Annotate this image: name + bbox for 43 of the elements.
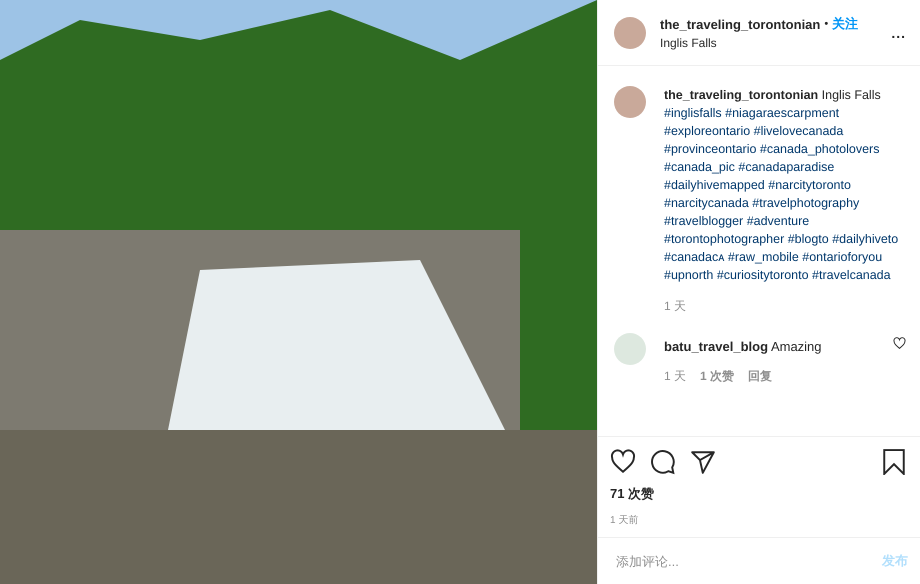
hashtag-link[interactable]: #exploreontario	[664, 124, 750, 138]
comment-button[interactable]	[650, 449, 676, 475]
post-date: 1 天前	[610, 514, 640, 527]
hashtag-link[interactable]: #canada_photolovers	[760, 142, 880, 156]
more-options-button[interactable]: ...	[891, 24, 906, 40]
hashtag-link[interactable]: #travelcanada	[812, 268, 891, 282]
like-button[interactable]	[610, 449, 636, 475]
hashtag-link[interactable]: #canadaparadise	[738, 160, 834, 174]
hashtag-link[interactable]: #curiositytoronto	[716, 268, 809, 282]
hashtag-link[interactable]: #niagaraescarpment	[725, 106, 840, 120]
comment-text: batu_travel_blog Amazing	[664, 339, 823, 354]
hashtag-link[interactable]: #narcitycanada	[664, 196, 749, 210]
hashtag-link[interactable]: #canadacᴀ	[664, 250, 724, 264]
comment-icon	[650, 449, 676, 475]
separator-dot: •	[824, 18, 828, 30]
hashtag-link[interactable]: #canada_pic	[664, 160, 735, 174]
hashtag-link[interactable]: #ontarioforyou	[802, 250, 882, 264]
caption-time: 1 天	[664, 298, 686, 315]
heart-icon	[610, 449, 636, 475]
username[interactable]: the_traveling_torontonian	[660, 16, 820, 32]
hashtag-link[interactable]: #dailyhiveto	[832, 232, 898, 246]
send-icon	[690, 449, 716, 475]
hashtag-link[interactable]: #adventure	[746, 214, 810, 228]
location-label[interactable]: Inglis Falls	[660, 36, 878, 50]
comment-time: 1 天	[664, 368, 686, 385]
heart-icon	[893, 337, 906, 350]
hashtag-link[interactable]: #raw_mobile	[728, 250, 799, 264]
hashtag-link[interactable]: #torontophotographer	[664, 232, 784, 246]
hashtag-link[interactable]: #travelphotography	[752, 196, 860, 210]
like-count[interactable]: 71 次赞	[610, 485, 906, 503]
hashtag-link[interactable]: #travelblogger	[664, 214, 744, 228]
hashtag-link[interactable]: #narcitytoronto	[768, 178, 851, 192]
share-button[interactable]	[690, 449, 716, 475]
hashtag-link[interactable]: #provinceontario	[664, 142, 756, 156]
hashtag-link[interactable]: #dailyhivemapped	[664, 178, 765, 192]
hashtag-link[interactable]: #inglisfalls	[664, 106, 722, 120]
hashtag-link[interactable]: #livelovecanada	[754, 124, 844, 138]
caption-text: the_traveling_torontonian Inglis Falls #inglisfalls #niagaraescarpment #exploreontario #livelovecanada #provinceontario #canada_photolovers #canada_pic #canadaparadise #dailyhivemapped #narcitytoronto #narcitycanada #travelphotography #travelblogger #adventure #torontophotographer #blogto #dailyhiveto #canadacᴀ #raw_mobile #ontarioforyou #upnorth #curiositytoronto #travelcanada	[664, 87, 900, 284]
like-comment-button[interactable]	[893, 337, 906, 350]
bookmark-icon	[882, 449, 906, 475]
hashtag-link[interactable]: #blogto	[788, 232, 829, 246]
save-button[interactable]	[882, 449, 906, 475]
hashtag-link[interactable]: #upnorth	[664, 268, 714, 282]
